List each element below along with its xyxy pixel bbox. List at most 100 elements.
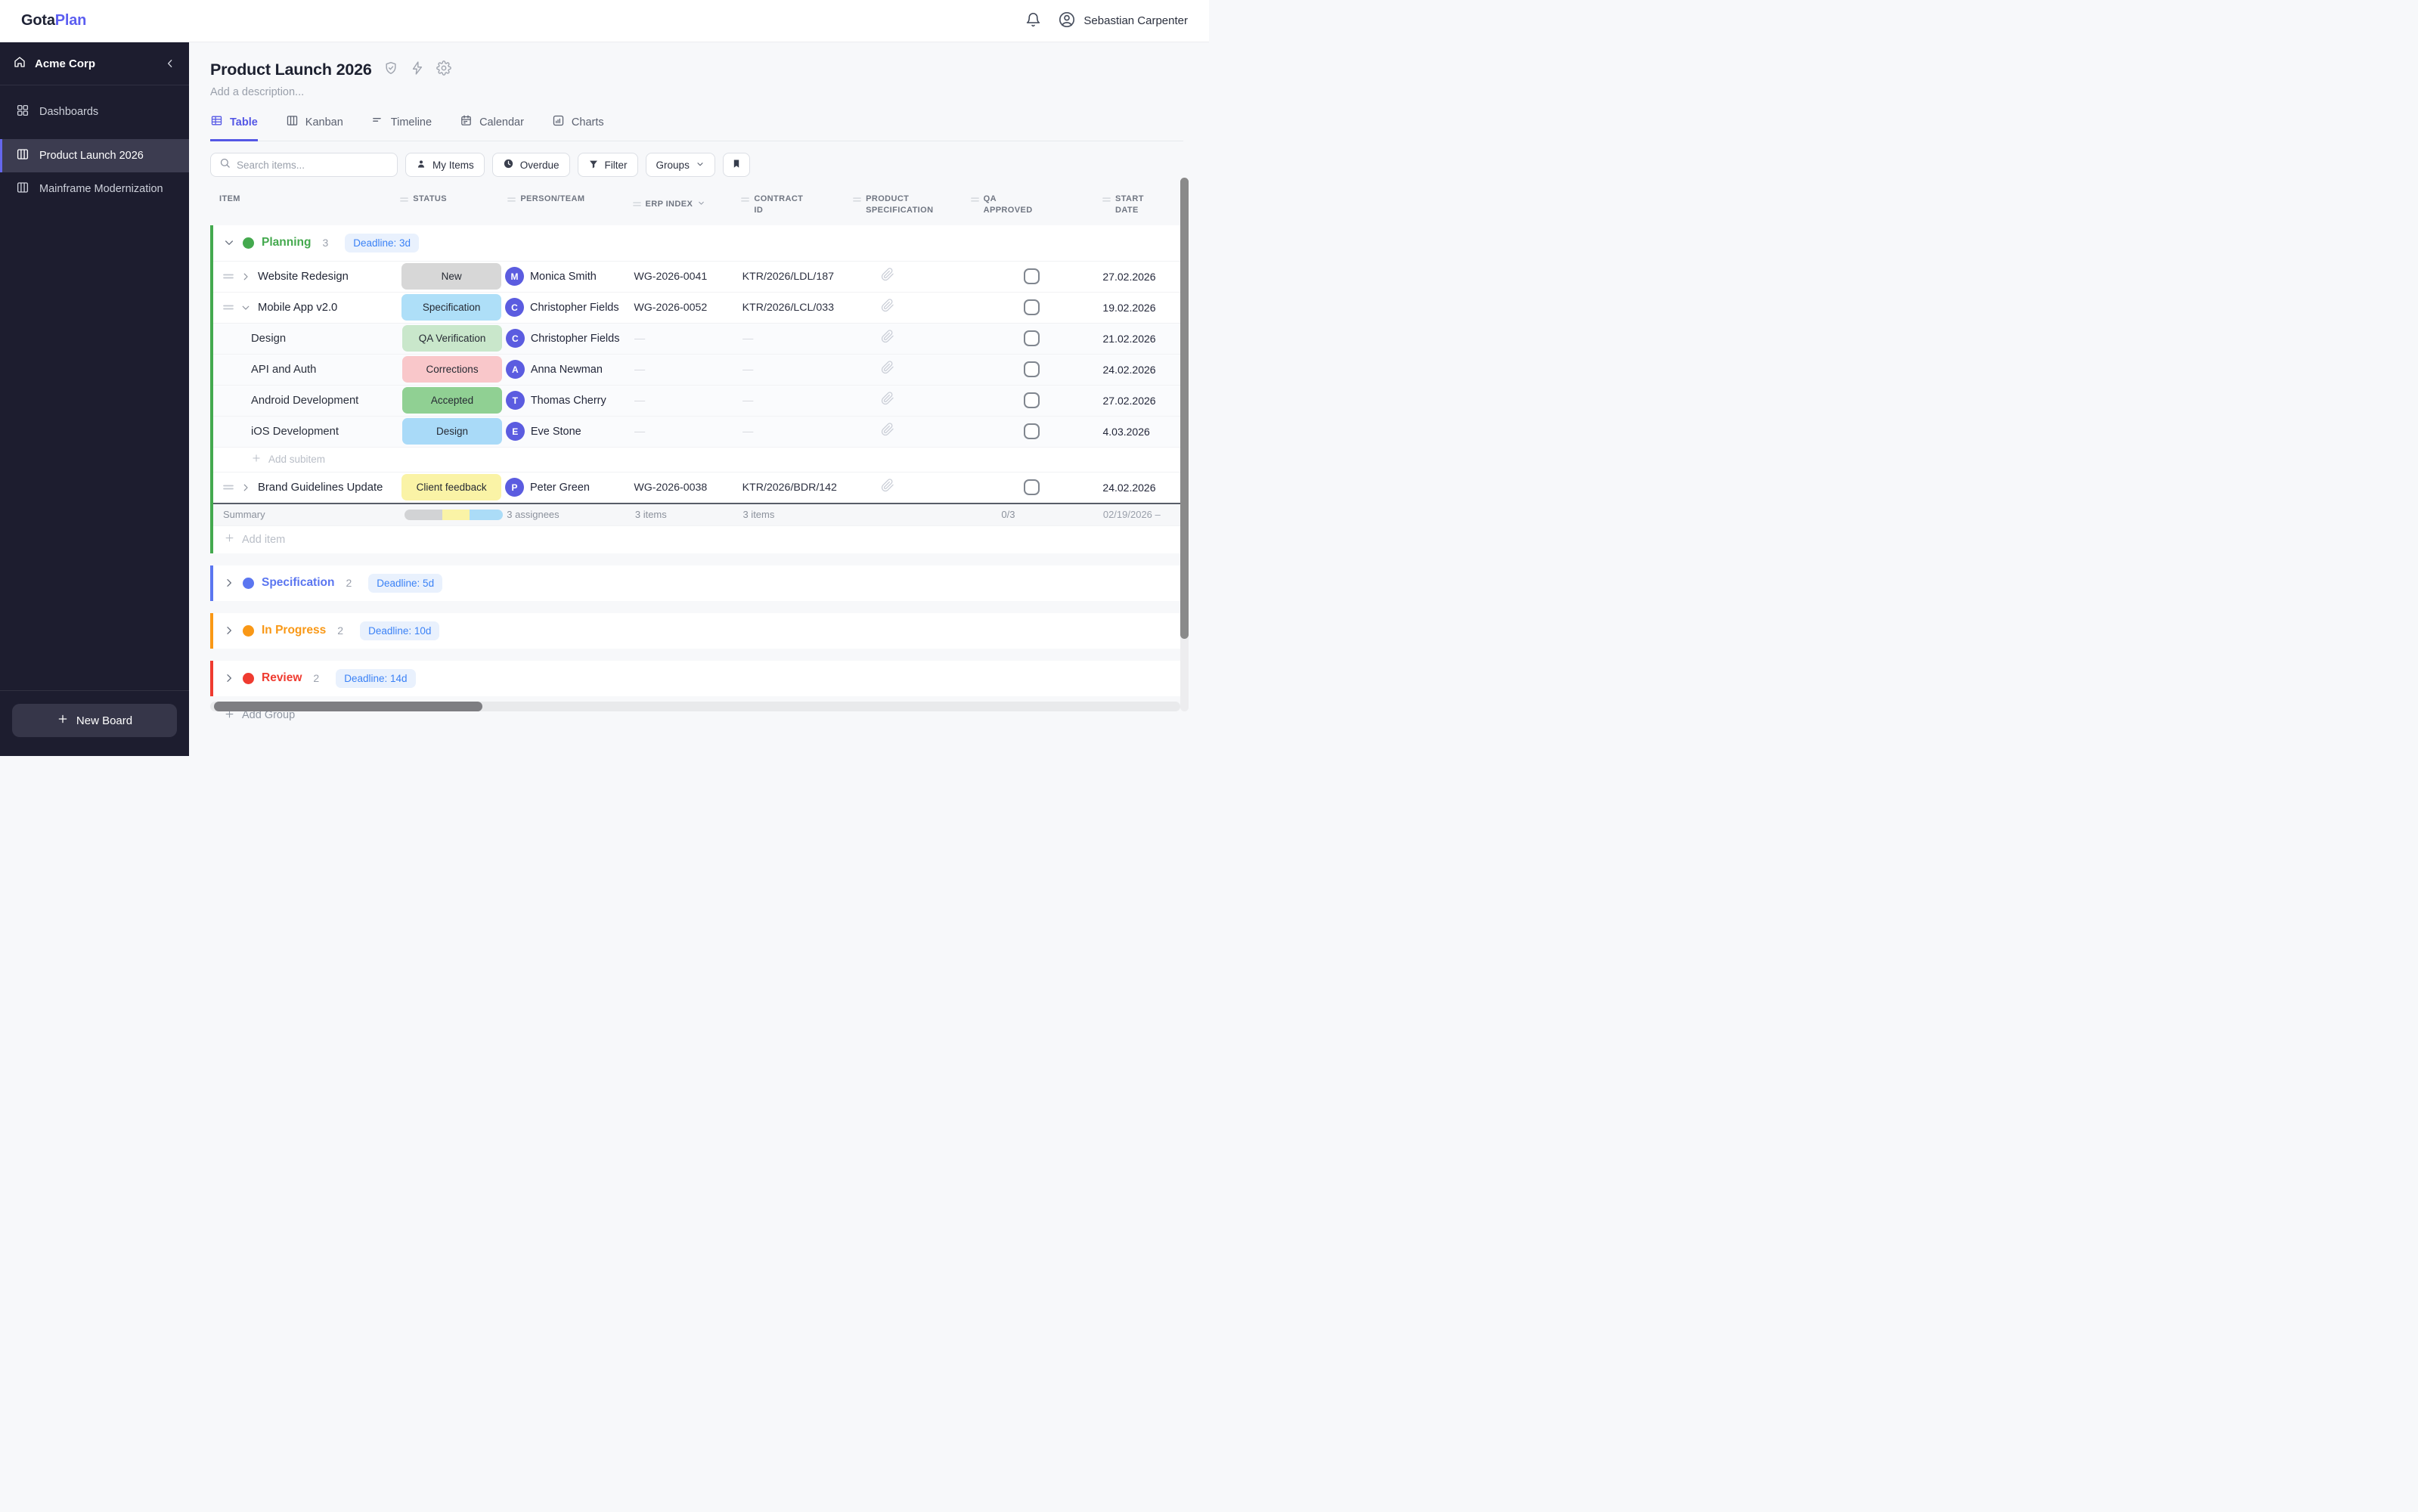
group-header[interactable]: Specification 2 Deadline: 5d [213, 565, 1180, 601]
item-name[interactable]: Brand Guidelines Update [258, 482, 383, 494]
qa-checkbox[interactable] [1024, 479, 1040, 496]
my-items-button[interactable]: My Items [405, 153, 485, 177]
row-chevron-icon[interactable] [240, 302, 251, 313]
person-cell[interactable]: C Christopher Fields [505, 329, 634, 349]
drag-handle-icon[interactable] [853, 195, 861, 206]
row-chevron-icon[interactable] [240, 271, 251, 282]
item-name[interactable]: Website Redesign [258, 271, 349, 283]
column-header-person[interactable]: Person/Team [503, 194, 632, 216]
product-spec-cell[interactable] [854, 423, 972, 440]
row-chevron-icon[interactable] [240, 482, 251, 493]
sort-chevron-icon[interactable] [697, 199, 705, 211]
add-item-button[interactable]: Add item [213, 525, 1180, 553]
sidebar-item-product-launch-2026[interactable]: Product Launch 2026 [0, 139, 189, 172]
paperclip-icon[interactable] [881, 392, 894, 409]
contract-id-cell[interactable]: KTR/2026/LCL/033 [742, 302, 854, 314]
group-chevron-icon[interactable] [223, 237, 235, 249]
status-cell[interactable]: Client feedback [398, 472, 505, 503]
filter-button[interactable]: Filter [577, 153, 638, 177]
bookmark-button[interactable] [722, 153, 750, 177]
search-input[interactable] [237, 159, 389, 171]
column-header-date[interactable]: Start Date [1092, 194, 1180, 216]
group-header[interactable]: Planning 3 Deadline: 3d [213, 225, 1180, 261]
start-date-cell[interactable]: 27.02.2026 [1093, 395, 1181, 407]
drag-handle-icon[interactable] [1102, 195, 1111, 206]
erp-index-cell[interactable]: WG-2026-0041 [634, 271, 742, 283]
person-cell[interactable]: P Peter Green [504, 478, 634, 497]
paperclip-icon[interactable] [881, 330, 894, 347]
status-cell[interactable]: New [398, 261, 505, 292]
status-pill[interactable]: QA Verification [402, 325, 502, 352]
erp-index-cell[interactable]: — [634, 395, 742, 407]
item-name[interactable]: Android Development [251, 395, 358, 407]
contract-id-cell[interactable]: KTR/2026/LDL/187 [742, 271, 854, 283]
status-cell[interactable]: Corrections [398, 354, 506, 385]
start-date-cell[interactable]: 24.02.2026 [1093, 364, 1181, 376]
paperclip-icon[interactable] [881, 268, 894, 285]
contract-id-cell[interactable]: — [742, 395, 854, 407]
sidebar-item-dashboards[interactable]: Dashboards [0, 95, 189, 129]
workspace-header[interactable]: Acme Corp [0, 42, 189, 85]
drag-handle-icon[interactable] [223, 304, 234, 311]
person-cell[interactable]: E Eve Stone [505, 422, 634, 442]
board-description-placeholder[interactable]: Add a description... [210, 86, 1209, 98]
shield-check-icon[interactable] [383, 60, 398, 79]
column-header-item[interactable]: Item [210, 194, 395, 216]
paperclip-icon[interactable] [881, 361, 894, 378]
item-name[interactable]: iOS Development [251, 426, 339, 438]
paperclip-icon[interactable] [881, 479, 894, 496]
qa-checkbox[interactable] [1024, 299, 1040, 316]
erp-index-cell[interactable]: — [634, 333, 742, 345]
item-name[interactable]: Mobile App v2.0 [258, 302, 337, 314]
qa-checkbox[interactable] [1024, 330, 1040, 347]
status-cell[interactable]: Accepted [398, 385, 506, 416]
item-name[interactable]: API and Auth [251, 364, 316, 376]
table-row[interactable]: API and Auth Corrections A Anna Newman —… [213, 353, 1181, 385]
table-row[interactable]: iOS Development Design E Eve Stone — — 4… [213, 415, 1181, 447]
start-date-cell[interactable]: 4.03.2026 [1093, 426, 1181, 438]
person-cell[interactable]: T Thomas Cherry [505, 391, 634, 411]
groups-dropdown[interactable]: Groups [645, 153, 715, 177]
product-spec-cell[interactable] [854, 299, 972, 316]
status-pill[interactable]: Design [402, 418, 502, 445]
paperclip-icon[interactable] [881, 299, 894, 316]
person-cell[interactable]: M Monica Smith [504, 267, 634, 287]
horizontal-scrollbar[interactable] [210, 702, 1180, 711]
qa-checkbox[interactable] [1024, 392, 1040, 409]
status-pill[interactable]: Accepted [402, 387, 502, 414]
vertical-scrollbar-thumb[interactable] [1180, 178, 1189, 639]
column-header-erp[interactable]: ERP Index [632, 194, 742, 216]
horizontal-scrollbar-thumb[interactable] [214, 702, 482, 711]
column-header-status[interactable]: Status [395, 194, 503, 216]
table-row[interactable]: Android Development Accepted T Thomas Ch… [213, 384, 1181, 416]
status-pill[interactable]: Corrections [402, 356, 502, 383]
contract-id-cell[interactable]: — [742, 364, 854, 376]
table-row[interactable]: Brand Guidelines Update Client feedback … [213, 471, 1180, 503]
status-cell[interactable]: Specification [398, 292, 505, 323]
status-cell[interactable]: QA Verification [398, 323, 506, 354]
tab-kanban[interactable]: Kanban [286, 114, 343, 141]
group-header[interactable]: In Progress 2 Deadline: 10d [213, 613, 1180, 649]
drag-handle-icon[interactable] [223, 484, 234, 491]
add-subitem-button[interactable]: Add subitem [213, 446, 1180, 472]
group-chevron-icon[interactable] [223, 624, 235, 637]
status-pill[interactable]: New [401, 263, 501, 290]
column-header-qa[interactable]: QA Approved [970, 194, 1092, 216]
product-spec-cell[interactable] [854, 479, 972, 496]
table-row[interactable]: Mobile App v2.0 Specification C Christop… [213, 291, 1180, 323]
status-pill[interactable]: Specification [401, 294, 501, 321]
gear-icon[interactable] [436, 60, 451, 79]
tab-table[interactable]: Table [210, 114, 258, 141]
qa-checkbox[interactable] [1024, 268, 1040, 285]
tab-timeline[interactable]: Timeline [371, 114, 432, 141]
drag-handle-icon[interactable] [741, 195, 750, 206]
start-date-cell[interactable]: 21.02.2026 [1093, 333, 1181, 345]
sidebar-collapse-button[interactable] [164, 57, 176, 70]
qa-checkbox[interactable] [1024, 361, 1040, 378]
erp-index-cell[interactable]: WG-2026-0052 [634, 302, 742, 314]
drag-handle-icon[interactable] [507, 195, 516, 206]
erp-index-cell[interactable]: — [634, 364, 742, 376]
column-header-spec[interactable]: Product Specification [853, 194, 971, 216]
tab-calendar[interactable]: Calendar [460, 114, 524, 141]
drag-handle-icon[interactable] [632, 200, 641, 211]
